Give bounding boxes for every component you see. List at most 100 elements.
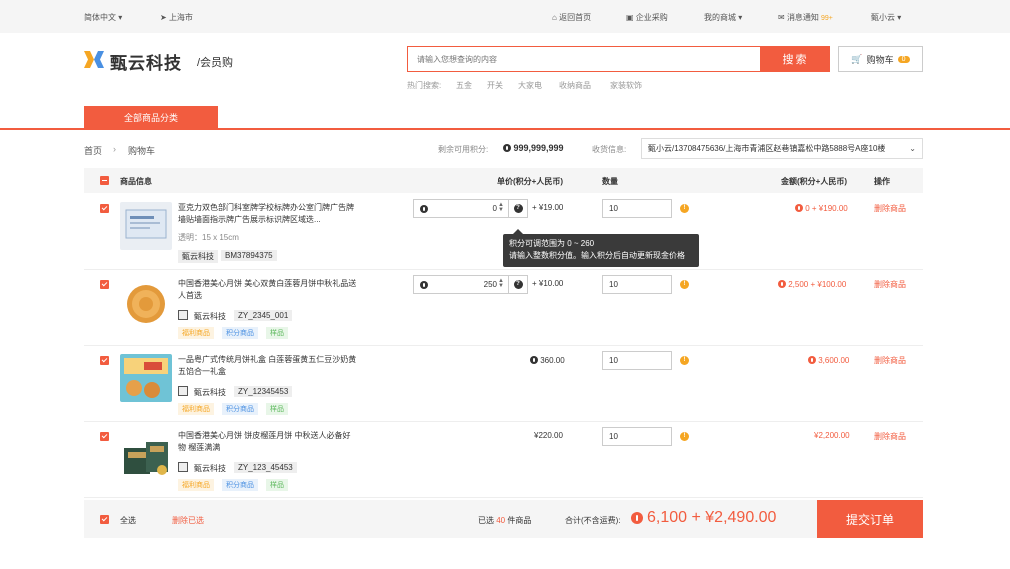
logo-subtitle: /会员购 xyxy=(197,57,234,69)
submit-order-button[interactable]: 提交订单 xyxy=(817,500,923,538)
selected-summary: 已选 40 件商品 xyxy=(478,515,531,526)
search-input[interactable] xyxy=(408,47,760,71)
home-label: 返回首页 xyxy=(559,13,592,22)
chevron-down-icon: ⌄ xyxy=(909,144,916,153)
user-name: 甄小云 xyxy=(871,13,895,22)
quantity-input[interactable] xyxy=(602,199,672,218)
unit-price-value: 360.00 xyxy=(540,356,565,365)
address-select[interactable]: 甄小云/13708475636/上海市青浦区赵巷镇嘉松中路5888号A座10楼 … xyxy=(641,138,923,159)
points-coin-icon xyxy=(420,205,428,213)
language-label: 简体中文 xyxy=(84,13,116,22)
delete-item-button[interactable]: 删除商品 xyxy=(874,431,906,442)
unit-price: ¥220.00 xyxy=(534,431,563,440)
search-button[interactable]: 搜索 xyxy=(761,46,830,72)
item-checkbox[interactable] xyxy=(100,204,109,213)
product-name[interactable]: 中国香港美心月饼 美心双黄白莲蓉月饼中秋礼品送人首选 xyxy=(178,278,358,302)
select-all-checkbox[interactable] xyxy=(100,176,109,185)
cart-row: 中国香港美心月饼 美心双黄白莲蓉月饼中秋礼品送人首选 甄云科技 ZY_2345_… xyxy=(84,270,923,346)
row-amount: 3,600.00 xyxy=(808,355,849,365)
points-coin-icon xyxy=(795,204,803,212)
product-name[interactable]: 中国香港美心月饼 饼皮榴莲月饼 中秋送人必备好物 榴莲满满 xyxy=(178,430,358,454)
hot-search-link[interactable]: 五金 xyxy=(456,80,472,91)
hot-search-link[interactable]: 家装软饰 xyxy=(610,80,642,91)
points-balance: 999,999,999 xyxy=(503,143,564,153)
brand-label: 甄云科技 xyxy=(194,464,226,473)
home-link[interactable]: ⌂ 返回首页 xyxy=(552,12,591,23)
cart-button[interactable]: 🛒 购物车 0 xyxy=(838,46,923,72)
messages-link[interactable]: ✉ 消息通知 99+ xyxy=(778,12,833,23)
product-name[interactable]: 一品粤广式传统月饼礼盒 白莲蓉蛋黄五仁豆沙奶黄五馅合一礼盒 xyxy=(178,354,358,378)
cart-table-header: 商品信息 单价(积分+人民币) 数量 金额(积分+人民币) 操作 xyxy=(84,168,923,193)
brand-label: 甄云科技 xyxy=(194,388,226,397)
question-icon: ? xyxy=(513,204,523,213)
item-checkbox[interactable] xyxy=(100,432,109,441)
product-thumbnail[interactable] xyxy=(120,354,172,402)
user-menu[interactable]: 甄小云 ▾ xyxy=(871,12,901,23)
location-selector[interactable]: ➤ 上海市 xyxy=(160,12,193,23)
breadcrumb-current: 购物车 xyxy=(128,146,156,156)
shop-icon xyxy=(178,310,188,320)
message-icon: ✉ xyxy=(778,13,785,22)
selected-count: 40 xyxy=(496,516,506,525)
points-coin-icon xyxy=(530,356,538,364)
sku-label: BM37894375 xyxy=(221,250,277,261)
quantity-input[interactable] xyxy=(602,351,672,370)
selected-prefix: 已选 xyxy=(478,516,494,525)
stepper-arrows-icon[interactable]: ▲ ▼ xyxy=(498,278,504,289)
product-thumbnail[interactable] xyxy=(120,430,172,478)
tag-welfare: 福利商品 xyxy=(178,479,214,491)
select-all-label[interactable]: 全选 xyxy=(120,515,136,526)
all-categories-tab[interactable]: 全部商品分类 xyxy=(84,106,218,129)
tag-points: 积分商品 xyxy=(222,403,258,415)
warning-icon: ! xyxy=(680,432,689,441)
hot-search-link[interactable]: 收纳商品 xyxy=(559,80,591,91)
item-checkbox[interactable] xyxy=(100,356,109,365)
shop-icon xyxy=(178,386,188,396)
tag-points: 积分商品 xyxy=(222,327,258,339)
points-label: 剩余可用积分: xyxy=(438,145,489,154)
delete-item-button[interactable]: 删除商品 xyxy=(874,355,906,366)
product-attribute: 透明：15 x 15cm xyxy=(178,233,239,242)
points-stepper[interactable]: 250 ▲ ▼ ? xyxy=(413,275,528,294)
language-selector[interactable]: 简体中文 ▾ xyxy=(84,12,122,23)
delete-selected-button[interactable]: 删除已选 xyxy=(172,515,204,526)
product-name[interactable]: 亚克力双色部门科室牌学校标牌办公室门牌广告牌墙贴墙面指示牌广告展示标识牌区域迭.… xyxy=(178,202,358,226)
points-input-value[interactable]: 0 xyxy=(493,204,497,213)
tag-points: 积分商品 xyxy=(222,479,258,491)
points-stepper[interactable]: 0 ▲ ▼ ? xyxy=(413,199,528,218)
stepper-arrows-icon[interactable]: ▲ ▼ xyxy=(498,202,504,213)
total-label: 合计(不含运费): xyxy=(565,516,621,525)
points-help-button[interactable]: ? xyxy=(508,276,527,293)
messages-label: 消息通知 xyxy=(786,13,819,22)
hot-search-link[interactable]: 大家电 xyxy=(518,80,542,91)
points-help-button[interactable]: ? xyxy=(508,200,527,217)
product-thumbnail[interactable] xyxy=(120,278,172,326)
top-bar: 简体中文 ▾ ➤ 上海市 ⌂ 返回首页 ▣ 企业采购 我的商城 ▾ ✉ 消息通知… xyxy=(0,0,1010,33)
address-label: 收货信息: xyxy=(592,145,627,154)
tag-sample: 样品 xyxy=(266,403,288,415)
header-action: 操作 xyxy=(874,177,890,186)
item-checkbox[interactable] xyxy=(100,280,109,289)
tag-welfare: 福利商品 xyxy=(178,403,214,415)
quantity-input[interactable] xyxy=(602,427,672,446)
delete-item-button[interactable]: 删除商品 xyxy=(874,279,906,290)
quantity-input[interactable] xyxy=(602,275,672,294)
logo-text[interactable]: 甄云科技 xyxy=(110,49,182,74)
hot-search-link[interactable]: 开关 xyxy=(487,80,503,91)
chevron-down-icon: ▾ xyxy=(897,13,902,22)
header-amount: 金额(积分+人民币) xyxy=(781,177,847,186)
delete-item-button[interactable]: 删除商品 xyxy=(874,203,906,214)
selected-suffix: 件商品 xyxy=(507,516,532,525)
tooltip-line-2: 请输入整数积分值。输入积分后自动更新现金价格 xyxy=(509,251,685,260)
points-coin-icon xyxy=(420,281,428,289)
product-thumbnail[interactable] xyxy=(120,202,172,250)
chevron-down-icon: ▾ xyxy=(738,13,743,22)
unit-price: 360.00 xyxy=(530,355,565,365)
points-coin-icon xyxy=(631,512,643,524)
enterprise-link[interactable]: ▣ 企业采购 xyxy=(626,12,668,23)
breadcrumb-separator: › xyxy=(113,144,116,154)
points-input-value[interactable]: 250 xyxy=(484,280,497,289)
breadcrumb-home[interactable]: 首页 xyxy=(84,144,102,157)
select-all-checkbox-footer[interactable] xyxy=(100,515,109,524)
my-mall-menu[interactable]: 我的商城 ▾ xyxy=(704,12,742,23)
